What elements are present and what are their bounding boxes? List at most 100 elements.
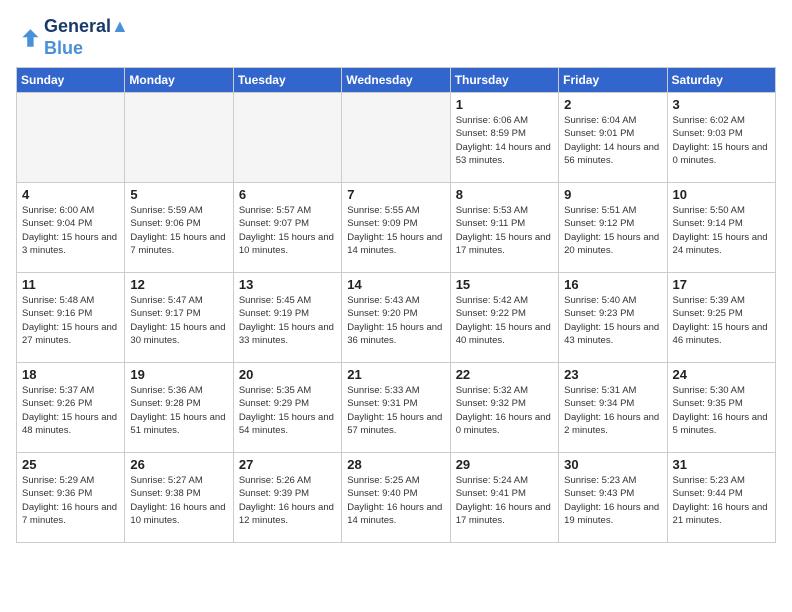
day-cell: 17 Sunrise: 5:39 AMSunset: 9:25 PMDayligh… <box>667 273 775 363</box>
day-cell: 22Sunrise: 5:32 AMSunset: 9:32 PMDayligh… <box>450 363 558 453</box>
day-info: Sunrise: 6:04 AMSunset: 9:01 PMDaylight:… <box>564 114 661 167</box>
day-info: Sunrise: 5:39 AMSunset: 9:25 PMDaylight:… <box>673 294 770 347</box>
day-number: 1 <box>456 97 553 112</box>
day-info: Sunrise: 5:23 AMSunset: 9:43 PMDaylight:… <box>564 474 661 527</box>
col-header-thursday: Thursday <box>450 68 558 93</box>
day-cell: 2 Sunrise: 6:04 AMSunset: 9:01 PMDaylight… <box>559 93 667 183</box>
day-number: 30 <box>564 457 661 472</box>
day-cell: 15Sunrise: 5:42 AMSunset: 9:22 PMDayligh… <box>450 273 558 363</box>
day-info: Sunrise: 5:27 AMSunset: 9:38 PMDaylight:… <box>130 474 227 527</box>
day-number: 14 <box>347 277 444 292</box>
day-info: Sunrise: 6:06 AMSunset: 8:59 PMDaylight:… <box>456 114 553 167</box>
day-cell: 20Sunrise: 5:35 AMSunset: 9:29 PMDayligh… <box>233 363 341 453</box>
col-header-tuesday: Tuesday <box>233 68 341 93</box>
day-cell: 30 Sunrise: 5:23 AMSunset: 9:43 PMDayligh… <box>559 453 667 543</box>
week-row-2: 4 Sunrise: 6:00 AMSunset: 9:04 PMDaylight… <box>17 183 776 273</box>
day-info: Sunrise: 5:59 AMSunset: 9:06 PMDaylight:… <box>130 204 227 257</box>
col-header-monday: Monday <box>125 68 233 93</box>
day-number: 18 <box>22 367 119 382</box>
day-number: 20 <box>239 367 336 382</box>
day-number: 4 <box>22 187 119 202</box>
day-info: Sunrise: 5:23 AMSunset: 9:44 PMDaylight:… <box>673 474 770 527</box>
day-cell: 19 Sunrise: 5:36 AMSunset: 9:28 PMDayligh… <box>125 363 233 453</box>
logo-text: General▲Blue <box>44 16 129 59</box>
day-cell: 6 Sunrise: 5:57 AMSunset: 9:07 PMDaylight… <box>233 183 341 273</box>
day-cell: 8 Sunrise: 5:53 AMSunset: 9:11 PMDaylight… <box>450 183 558 273</box>
day-info: Sunrise: 5:53 AMSunset: 9:11 PMDaylight:… <box>456 204 553 257</box>
day-number: 5 <box>130 187 227 202</box>
day-number: 31 <box>673 457 770 472</box>
day-cell <box>233 93 341 183</box>
day-number: 26 <box>130 457 227 472</box>
day-cell: 1 Sunrise: 6:06 AMSunset: 8:59 PMDaylight… <box>450 93 558 183</box>
day-cell: 27 Sunrise: 5:26 AMSunset: 9:39 PMDayligh… <box>233 453 341 543</box>
day-info: Sunrise: 5:29 AMSunset: 9:36 PMDaylight:… <box>22 474 119 527</box>
logo: General▲Blue <box>16 16 129 59</box>
page-header: General▲Blue <box>16 16 776 59</box>
day-number: 9 <box>564 187 661 202</box>
day-cell: 12Sunrise: 5:47 AMSunset: 9:17 PMDayligh… <box>125 273 233 363</box>
week-row-5: 25Sunrise: 5:29 AMSunset: 9:36 PMDayligh… <box>17 453 776 543</box>
day-info: Sunrise: 5:26 AMSunset: 9:39 PMDaylight:… <box>239 474 336 527</box>
day-number: 2 <box>564 97 661 112</box>
day-info: Sunrise: 5:30 AMSunset: 9:35 PMDaylight:… <box>673 384 770 437</box>
day-cell: 18 Sunrise: 5:37 AMSunset: 9:26 PMDayligh… <box>17 363 125 453</box>
day-cell: 10Sunrise: 5:50 AMSunset: 9:14 PMDayligh… <box>667 183 775 273</box>
day-info: Sunrise: 5:36 AMSunset: 9:28 PMDaylight:… <box>130 384 227 437</box>
day-info: Sunrise: 5:31 AMSunset: 9:34 PMDaylight:… <box>564 384 661 437</box>
day-info: Sunrise: 6:02 AMSunset: 9:03 PMDaylight:… <box>673 114 770 167</box>
calendar-table: SundayMondayTuesdayWednesdayThursdayFrid… <box>16 67 776 543</box>
day-info: Sunrise: 5:57 AMSunset: 9:07 PMDaylight:… <box>239 204 336 257</box>
day-cell: 3 Sunrise: 6:02 AMSunset: 9:03 PMDaylight… <box>667 93 775 183</box>
day-info: Sunrise: 5:24 AMSunset: 9:41 PMDaylight:… <box>456 474 553 527</box>
day-number: 15 <box>456 277 553 292</box>
day-cell <box>342 93 450 183</box>
logo-icon <box>16 26 40 50</box>
day-info: Sunrise: 5:33 AMSunset: 9:31 PMDaylight:… <box>347 384 444 437</box>
day-cell: 13Sunrise: 5:45 AMSunset: 9:19 PMDayligh… <box>233 273 341 363</box>
week-row-3: 11 Sunrise: 5:48 AMSunset: 9:16 PMDayligh… <box>17 273 776 363</box>
day-info: Sunrise: 5:32 AMSunset: 9:32 PMDaylight:… <box>456 384 553 437</box>
day-number: 28 <box>347 457 444 472</box>
day-number: 17 <box>673 277 770 292</box>
day-number: 13 <box>239 277 336 292</box>
col-header-friday: Friday <box>559 68 667 93</box>
day-cell: 16 Sunrise: 5:40 AMSunset: 9:23 PMDayligh… <box>559 273 667 363</box>
col-header-wednesday: Wednesday <box>342 68 450 93</box>
day-number: 8 <box>456 187 553 202</box>
day-info: Sunrise: 5:40 AMSunset: 9:23 PMDaylight:… <box>564 294 661 347</box>
day-number: 19 <box>130 367 227 382</box>
day-number: 21 <box>347 367 444 382</box>
day-info: Sunrise: 5:50 AMSunset: 9:14 PMDaylight:… <box>673 204 770 257</box>
day-info: Sunrise: 5:25 AMSunset: 9:40 PMDaylight:… <box>347 474 444 527</box>
week-row-4: 18 Sunrise: 5:37 AMSunset: 9:26 PMDayligh… <box>17 363 776 453</box>
day-cell: 14Sunrise: 5:43 AMSunset: 9:20 PMDayligh… <box>342 273 450 363</box>
day-info: Sunrise: 5:48 AMSunset: 9:16 PMDaylight:… <box>22 294 119 347</box>
day-info: Sunrise: 5:37 AMSunset: 9:26 PMDaylight:… <box>22 384 119 437</box>
day-cell: 28 Sunrise: 5:25 AMSunset: 9:40 PMDayligh… <box>342 453 450 543</box>
day-number: 3 <box>673 97 770 112</box>
day-number: 7 <box>347 187 444 202</box>
day-number: 6 <box>239 187 336 202</box>
day-cell: 29 Sunrise: 5:24 AMSunset: 9:41 PMDayligh… <box>450 453 558 543</box>
day-cell: 24Sunrise: 5:30 AMSunset: 9:35 PMDayligh… <box>667 363 775 453</box>
col-header-saturday: Saturday <box>667 68 775 93</box>
day-cell: 9 Sunrise: 5:51 AMSunset: 9:12 PMDaylight… <box>559 183 667 273</box>
day-number: 29 <box>456 457 553 472</box>
day-info: Sunrise: 6:00 AMSunset: 9:04 PMDaylight:… <box>22 204 119 257</box>
day-number: 16 <box>564 277 661 292</box>
day-cell <box>125 93 233 183</box>
day-number: 27 <box>239 457 336 472</box>
day-cell: 11 Sunrise: 5:48 AMSunset: 9:16 PMDayligh… <box>17 273 125 363</box>
week-row-1: 1 Sunrise: 6:06 AMSunset: 8:59 PMDaylight… <box>17 93 776 183</box>
day-number: 11 <box>22 277 119 292</box>
day-cell: 25Sunrise: 5:29 AMSunset: 9:36 PMDayligh… <box>17 453 125 543</box>
day-info: Sunrise: 5:51 AMSunset: 9:12 PMDaylight:… <box>564 204 661 257</box>
day-cell: 21 Sunrise: 5:33 AMSunset: 9:31 PMDayligh… <box>342 363 450 453</box>
day-info: Sunrise: 5:55 AMSunset: 9:09 PMDaylight:… <box>347 204 444 257</box>
day-cell: 7 Sunrise: 5:55 AMSunset: 9:09 PMDaylight… <box>342 183 450 273</box>
col-header-sunday: Sunday <box>17 68 125 93</box>
header-row: SundayMondayTuesdayWednesdayThursdayFrid… <box>17 68 776 93</box>
day-info: Sunrise: 5:47 AMSunset: 9:17 PMDaylight:… <box>130 294 227 347</box>
day-number: 23 <box>564 367 661 382</box>
